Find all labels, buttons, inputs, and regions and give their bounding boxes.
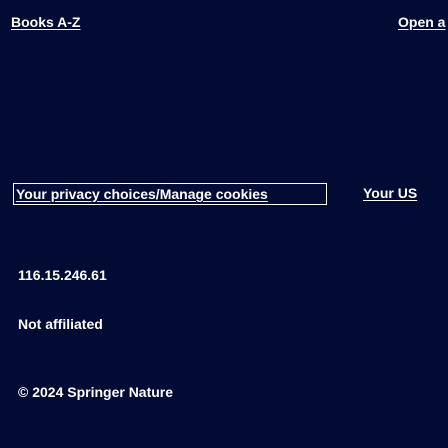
books-a-z-link[interactable]: Books A-Z — [11, 13, 80, 31]
your-us-link[interactable]: Your US — [363, 184, 448, 202]
privacy-choices-link[interactable]: Your privacy choices/Manage cookies — [13, 183, 327, 205]
footer-page: Books A-Z Open a Your privacy choices/Ma… — [0, 0, 448, 448]
affiliation-status: Not affiliated — [18, 316, 103, 332]
ip-address: 116.15.246.61 — [18, 267, 107, 283]
open-access-link[interactable]: Open a — [398, 13, 448, 31]
copyright-notice: © 2024 Springer Nature — [18, 384, 174, 400]
